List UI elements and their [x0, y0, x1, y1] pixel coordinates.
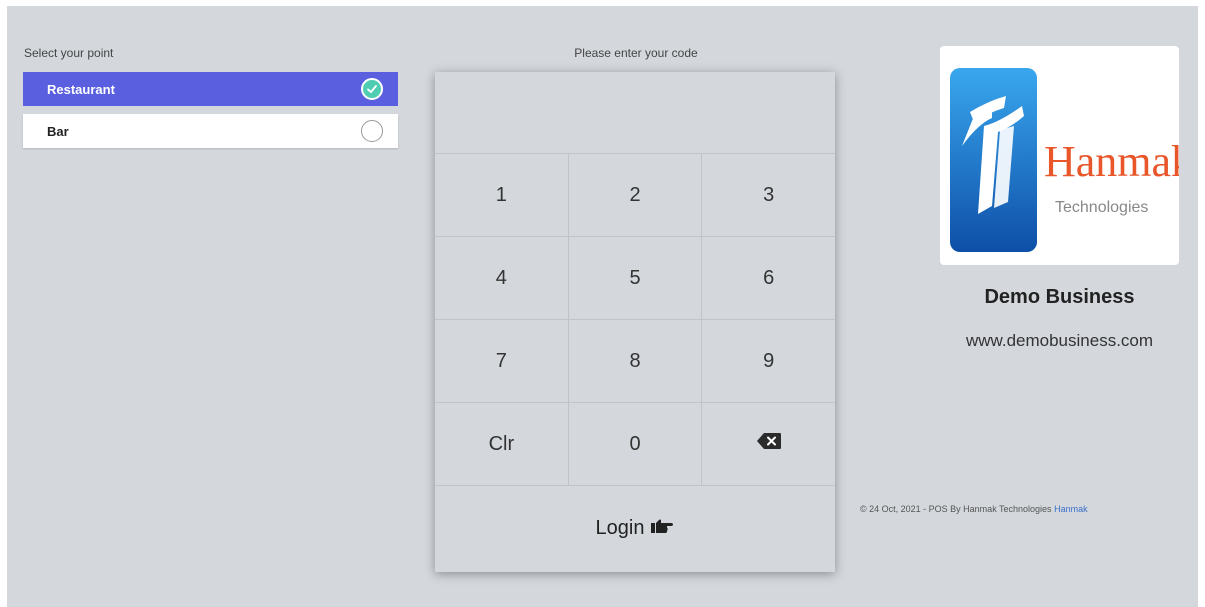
- key-8[interactable]: 8: [569, 320, 703, 402]
- app-container: Select your point Restaurant Bar Please …: [7, 6, 1198, 607]
- key-2[interactable]: 2: [569, 154, 703, 236]
- radio-empty-icon: [361, 120, 383, 142]
- footer: © 24 Oct, 2021 - POS By Hanmak Technolog…: [860, 504, 1088, 514]
- keypad-row: 1 2 3: [435, 154, 835, 237]
- footer-text: © 24 Oct, 2021 - POS By Hanmak Technolog…: [860, 504, 1052, 514]
- business-name: Demo Business: [984, 286, 1135, 308]
- hand-pointing-right-icon: [650, 517, 674, 540]
- key-backspace[interactable]: [702, 403, 835, 485]
- key-6[interactable]: 6: [702, 237, 835, 319]
- key-4[interactable]: 4: [435, 237, 569, 319]
- key-5[interactable]: 5: [569, 237, 703, 319]
- login-label: Login: [595, 516, 645, 539]
- enter-code-title: Please enter your code: [574, 46, 698, 60]
- select-point-title: Select your point: [24, 46, 114, 60]
- keypad: 1 2 3 4 5 6 7 8 9 Clr 0 Login: [435, 72, 835, 572]
- footer-link[interactable]: Hanmak: [1054, 504, 1088, 514]
- point-option-restaurant[interactable]: Restaurant: [23, 72, 398, 106]
- company-logo: Hanmak Technologies: [940, 46, 1179, 265]
- key-9[interactable]: 9: [702, 320, 835, 402]
- key-3[interactable]: 3: [702, 154, 835, 236]
- point-option-label: Restaurant: [47, 81, 115, 97]
- keypad-row: Clr 0: [435, 403, 835, 486]
- keypad-row: 4 5 6: [435, 237, 835, 320]
- key-1[interactable]: 1: [435, 154, 569, 236]
- key-clear[interactable]: Clr: [435, 403, 569, 485]
- key-0[interactable]: 0: [569, 403, 703, 485]
- key-7[interactable]: 7: [435, 320, 569, 402]
- point-option-bar[interactable]: Bar: [23, 114, 398, 148]
- checkmark-icon: [361, 78, 383, 100]
- login-button[interactable]: Login: [435, 486, 835, 570]
- logo-brand-text: Hanmak: [1044, 137, 1179, 186]
- business-website: www.demobusiness.com: [965, 331, 1154, 350]
- backspace-icon: [756, 432, 782, 456]
- logo-sub-text: Technologies: [1055, 199, 1148, 216]
- point-option-label: Bar: [47, 123, 69, 139]
- keypad-row: 7 8 9: [435, 320, 835, 403]
- code-display[interactable]: [435, 72, 835, 154]
